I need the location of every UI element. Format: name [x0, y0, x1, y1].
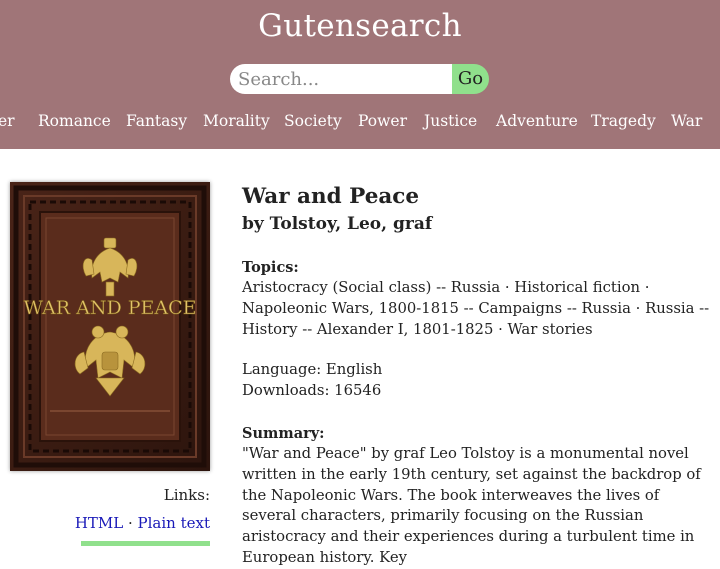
- links-highlight-bar: [81, 541, 210, 546]
- nav-item-fantasy[interactable]: Fantasy: [126, 112, 187, 130]
- nav-item-war[interactable]: War: [671, 112, 702, 130]
- html-link[interactable]: HTML: [75, 514, 123, 532]
- summary-label: Summary:: [242, 424, 325, 442]
- nav-item[interactable]: er: [0, 112, 15, 130]
- nav-item-justice[interactable]: Justice: [424, 112, 477, 130]
- header: Gutensearch Go er Romance Fantasy Morali…: [0, 0, 720, 149]
- go-button[interactable]: Go: [452, 64, 489, 94]
- plain-text-link[interactable]: Plain text: [138, 514, 210, 532]
- summary-text: "War and Peace" by graf Leo Tolstoy is a…: [242, 444, 701, 566]
- site-title[interactable]: Gutensearch: [0, 8, 720, 44]
- topics-label: Topics:: [242, 259, 299, 276]
- book-details: War and Peace by Tolstoy, Leo, graf Topi…: [242, 183, 712, 569]
- links-separator: ·: [123, 514, 138, 532]
- downloads-text: Downloads: 16546: [242, 382, 382, 400]
- book-title: War and Peace: [242, 184, 420, 209]
- book-author: by Tolstoy, Leo, graf: [242, 214, 433, 234]
- nav-item-tragedy[interactable]: Tragedy: [591, 112, 656, 130]
- nav-item-power[interactable]: Power: [358, 112, 407, 130]
- genre-nav: er Romance Fantasy Morality Society Powe…: [0, 112, 720, 136]
- links-label: Links:: [163, 486, 210, 504]
- nav-item-romance[interactable]: Romance: [38, 112, 111, 130]
- topics-text: Aristocracy (Social class) -- Russia · H…: [242, 279, 710, 338]
- cover-title-text: WAR AND PEACE: [23, 297, 196, 319]
- language-text: Language: English: [242, 361, 383, 379]
- search-input[interactable]: [230, 64, 452, 94]
- nav-item-adventure[interactable]: Adventure: [496, 112, 578, 130]
- book-cover-image[interactable]: WAR AND PEACE: [10, 182, 210, 471]
- download-links: HTML · Plain text: [75, 514, 210, 532]
- nav-item-morality[interactable]: Morality: [203, 112, 270, 130]
- nav-item-society[interactable]: Society: [284, 112, 342, 130]
